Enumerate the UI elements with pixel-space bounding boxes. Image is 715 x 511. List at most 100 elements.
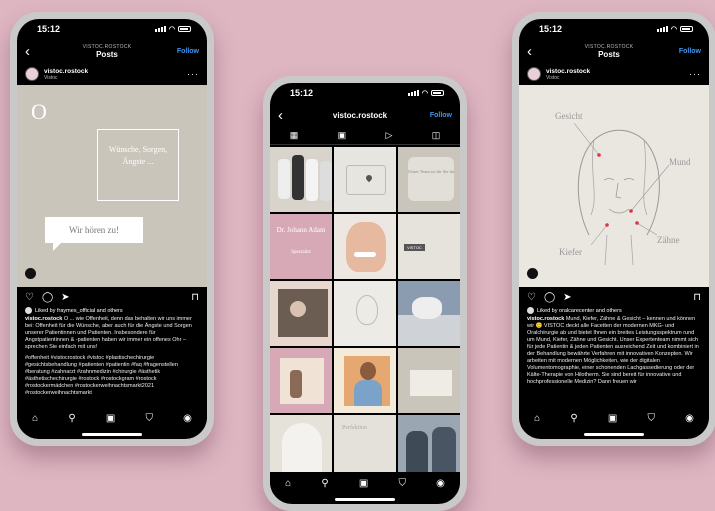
- wifi-icon: ◠: [421, 90, 428, 97]
- more-options-icon[interactable]: ···: [187, 69, 199, 79]
- grid-tile[interactable]: [398, 348, 460, 413]
- shop-icon[interactable]: ⛉: [145, 413, 153, 424]
- caption-user[interactable]: vistoc.rostock: [527, 316, 564, 322]
- grid-tile[interactable]: VISTOC: [398, 214, 460, 279]
- liked-by-text: Liked by fraymes_official and others: [35, 307, 123, 314]
- reels-icon[interactable]: ▣: [106, 413, 115, 424]
- status-icons: ◠: [154, 25, 191, 33]
- header-title: Posts: [96, 49, 118, 59]
- caption-text: Mund, Kiefer, Zähne & Gesicht – kennen u…: [527, 316, 699, 385]
- grid-tile[interactable]: Dr. Johann Adam Spezialist: [270, 214, 332, 279]
- grid-tile[interactable]: [270, 281, 332, 346]
- grid-tile[interactable]: [334, 214, 396, 279]
- label-face: Gesicht: [555, 111, 583, 121]
- card-text: Wünsche, Sorgen, Ängste ...: [108, 145, 168, 166]
- home-icon[interactable]: ⌂: [285, 478, 291, 489]
- tile-text: VISTOC: [404, 244, 425, 251]
- bookmark-icon[interactable]: ⊓: [693, 292, 701, 303]
- follow-button[interactable]: Follow: [673, 48, 701, 55]
- grid-tile[interactable]: [334, 348, 396, 413]
- liker-avatar: [25, 307, 32, 314]
- bookmark-icon[interactable]: ⊓: [191, 292, 199, 303]
- comment-icon[interactable]: ◯: [544, 292, 555, 303]
- post-location[interactable]: Vistoc: [546, 75, 684, 81]
- screen-right: 15:12 ◠ ‹ VISTOC.ROSTOCK Posts Follow vi…: [519, 19, 709, 439]
- profile-icon[interactable]: ◉: [183, 413, 192, 424]
- grid-icon[interactable]: ▦: [290, 130, 299, 141]
- follow-button[interactable]: Follow: [424, 112, 452, 119]
- reels-tab-icon[interactable]: ▣: [338, 130, 347, 141]
- back-arrow-icon[interactable]: ‹: [527, 44, 545, 59]
- avatar[interactable]: [25, 67, 39, 81]
- logo-letter: O: [31, 99, 47, 124]
- home-icon[interactable]: ⌂: [534, 413, 540, 424]
- tagged-icon[interactable]: ◫: [432, 130, 441, 141]
- heart-icon[interactable]: ♡: [527, 292, 536, 303]
- share-icon[interactable]: ➤: [563, 292, 571, 303]
- post-image[interactable]: O Wünsche, Sorgen, Ängste ... Wir hören …: [17, 85, 207, 287]
- post-location[interactable]: Vistoc: [44, 75, 182, 81]
- face-illustration: [573, 122, 670, 266]
- battery-icon: [431, 90, 444, 96]
- tile-text: Dr. Johann Adam: [276, 226, 326, 234]
- label-mouth: Mund: [669, 157, 691, 167]
- avatar[interactable]: [527, 67, 541, 81]
- tag-icon[interactable]: [25, 268, 36, 279]
- tile-text: Unser Team ist für Sie da: [408, 169, 454, 174]
- grid-tile[interactable]: [398, 281, 460, 346]
- status-bar: 15:12 ◠: [270, 83, 460, 103]
- follow-button[interactable]: Follow: [171, 48, 199, 55]
- post-username[interactable]: vistoc.rostock: [546, 68, 684, 75]
- hashtags[interactable]: #offenheit #vistocrostock #vistoc #plast…: [17, 355, 207, 397]
- speech-bubble: Wir hören zu!: [45, 217, 143, 243]
- grid-tile[interactable]: [270, 147, 332, 212]
- profile-icon[interactable]: ◉: [436, 478, 445, 489]
- grid-tile[interactable]: [270, 415, 332, 480]
- status-bar: 15:12 ◠: [519, 19, 709, 39]
- top-nav: ‹ vistoc.rostock Follow: [270, 103, 460, 127]
- grid-tile[interactable]: [334, 281, 396, 346]
- bubble-text: Wir hören zu!: [68, 225, 120, 235]
- phone-middle: 15:12 ◠ ‹ vistoc.rostock Follow ▦ ▣ ▷ ◫: [263, 76, 467, 511]
- search-icon[interactable]: ⚲: [321, 478, 328, 489]
- reels-icon[interactable]: ▣: [608, 413, 617, 424]
- profile-icon[interactable]: ◉: [685, 413, 694, 424]
- back-arrow-icon[interactable]: ‹: [278, 108, 296, 123]
- grid-tile[interactable]: Unser Team ist für Sie da: [398, 147, 460, 212]
- status-time: 15:12: [290, 88, 314, 98]
- bottom-tab-bar: ⌂ ⚲ ▣ ⛉ ◉: [519, 407, 709, 429]
- liked-by[interactable]: Liked by oralcarecenter and others: [519, 307, 709, 316]
- more-options-icon[interactable]: ···: [689, 69, 701, 79]
- heart-icon[interactable]: ♡: [25, 292, 34, 303]
- signal-icon: [407, 90, 419, 96]
- comment-icon[interactable]: ◯: [42, 292, 53, 303]
- grid-tile[interactable]: [398, 415, 460, 480]
- post-header: vistoc.rostock Vistoc ···: [17, 63, 207, 85]
- grid-tile[interactable]: Perfektion: [334, 415, 396, 480]
- grid-tile[interactable]: [270, 348, 332, 413]
- post-actions: ♡ ◯ ➤ ⊓: [519, 287, 709, 307]
- shop-icon[interactable]: ⛉: [398, 478, 406, 489]
- search-icon[interactable]: ⚲: [570, 413, 577, 424]
- search-icon[interactable]: ⚲: [68, 413, 75, 424]
- bubble-tail: [53, 243, 61, 251]
- caption-user[interactable]: vistoc.rostock: [25, 316, 62, 322]
- liked-by[interactable]: Liked by fraymes_official and others: [17, 307, 207, 316]
- posts-grid: Unser Team ist für Sie da Dr. Johann Ada…: [270, 145, 460, 482]
- reels-icon[interactable]: ▣: [359, 478, 368, 489]
- status-icons: ◠: [407, 89, 444, 97]
- post-image[interactable]: Gesicht Mund Kiefer Zähne: [519, 85, 709, 287]
- screen-left: 15:12 ◠ ‹ VISTOC.ROSTOCK Posts Follow vi…: [17, 19, 207, 439]
- back-arrow-icon[interactable]: ‹: [25, 44, 43, 59]
- shop-icon[interactable]: ⛉: [647, 413, 655, 424]
- grid-tile[interactable]: [334, 147, 396, 212]
- status-icons: ◠: [656, 25, 693, 33]
- post-header: vistoc.rostock Vistoc ···: [519, 63, 709, 85]
- post-username[interactable]: vistoc.rostock: [44, 68, 182, 75]
- battery-icon: [178, 26, 191, 32]
- bottom-tab-bar: ⌂ ⚲ ▣ ⛉ ◉: [270, 472, 460, 494]
- video-icon[interactable]: ▷: [385, 130, 392, 141]
- tag-icon[interactable]: [527, 268, 538, 279]
- share-icon[interactable]: ➤: [61, 292, 69, 303]
- home-icon[interactable]: ⌂: [32, 413, 38, 424]
